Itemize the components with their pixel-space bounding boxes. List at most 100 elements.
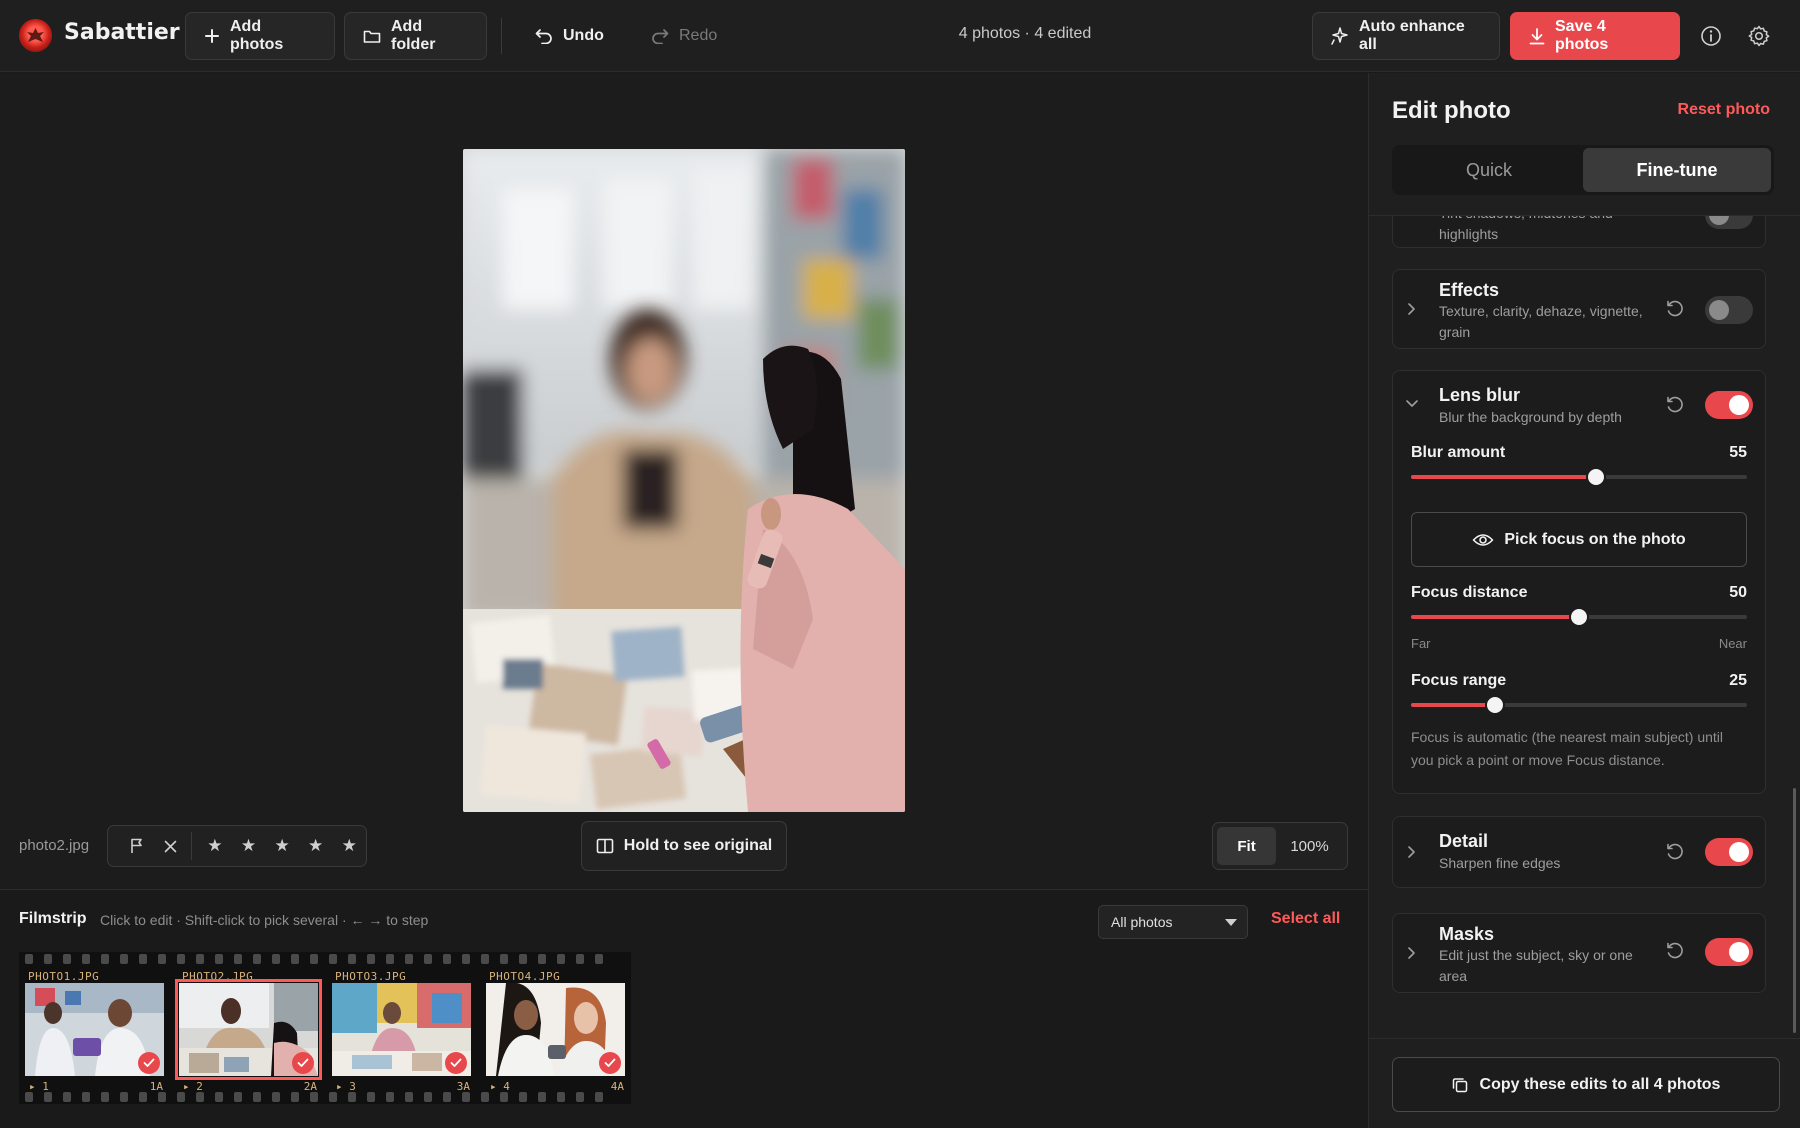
- star-2-button[interactable]: ★: [232, 829, 266, 863]
- frame-code: 2A: [303, 1080, 317, 1093]
- blur-amount-track[interactable]: [1411, 467, 1747, 487]
- edited-check-icon: [292, 1052, 314, 1074]
- auto-enhance-label: Auto enhance all: [1359, 18, 1465, 53]
- info-button[interactable]: [1697, 22, 1725, 50]
- copy-edits-button[interactable]: Copy these edits to all 4 photos: [1392, 1057, 1780, 1112]
- focus-range-value: 25: [1729, 672, 1747, 689]
- lens-blur-toggle[interactable]: [1705, 391, 1753, 419]
- undo-icon: [535, 29, 552, 44]
- frame-label: PHOTO2.JPG: [182, 970, 254, 983]
- panel-scrollbar[interactable]: [1793, 788, 1796, 1033]
- star-1-button[interactable]: ★: [198, 829, 232, 863]
- undo-button[interactable]: Undo: [517, 12, 617, 60]
- close-icon: [164, 840, 177, 852]
- star-icon: ★: [207, 836, 223, 856]
- detail-card[interactable]: Detail Sharpen fine edges: [1392, 816, 1766, 888]
- edited-check-icon: [138, 1052, 160, 1074]
- focus-range-slider[interactable]: Focus range 25: [1411, 672, 1747, 722]
- effects-toggle[interactable]: [1705, 296, 1753, 324]
- select-all-button[interactable]: Select all: [1271, 910, 1340, 928]
- focus-range-label: Focus range: [1411, 672, 1507, 689]
- frame-number: ▸ 1: [29, 1080, 49, 1093]
- sparkle-icon: [1331, 27, 1348, 45]
- focus-distance-value: 50: [1729, 584, 1747, 601]
- blur-amount-thumb[interactable]: [1585, 467, 1606, 487]
- folder-icon: [363, 30, 381, 43]
- film-strip: PHOTO1.JPG ▸ 1 1A PHOTO2.JPG ▸ 2 2A PHOT…: [19, 952, 631, 1104]
- filmstrip-title: Filmstrip: [19, 910, 87, 927]
- tab-quick[interactable]: Quick: [1395, 148, 1583, 192]
- focus-distance-range-labels: Far Near: [1411, 636, 1747, 651]
- zoom-fit-button[interactable]: Fit: [1217, 827, 1277, 865]
- star-3-button[interactable]: ★: [265, 829, 299, 863]
- copy-edits-label: Copy these edits to all 4 photos: [1479, 1075, 1721, 1093]
- focus-range-track[interactable]: [1411, 695, 1747, 715]
- auto-enhance-button[interactable]: Auto enhance all: [1312, 12, 1500, 60]
- color-grading-toggle[interactable]: [1705, 216, 1753, 229]
- main-photo[interactable]: [463, 149, 905, 812]
- photo-filter-select[interactable]: All photos: [1098, 905, 1248, 939]
- pick-focus-button[interactable]: Pick focus on the photo: [1411, 512, 1747, 567]
- chevron-down-icon[interactable]: [1405, 399, 1419, 409]
- reset-icon[interactable]: [1665, 941, 1685, 961]
- focus-distance-slider[interactable]: Focus distance 50 Far Near: [1411, 584, 1747, 654]
- copy-icon: [1452, 1077, 1467, 1092]
- reset-icon[interactable]: [1665, 299, 1685, 319]
- masks-card[interactable]: Masks Edit just the subject, sky or one …: [1392, 913, 1766, 993]
- detail-toggle[interactable]: [1705, 838, 1753, 866]
- edit-panel: Edit photo Reset photo Quick Fine-tune T…: [1368, 73, 1800, 1128]
- split-view-icon: [596, 838, 614, 854]
- lens-blur-subtitle: Blur the background by depth: [1439, 409, 1622, 425]
- add-folder-button[interactable]: Add folder: [344, 12, 487, 60]
- adjustments-list[interactable]: Tint shadows, midtones and highlights Ef…: [1369, 215, 1800, 1035]
- reject-button[interactable]: [154, 829, 188, 863]
- settings-button[interactable]: [1745, 22, 1773, 50]
- filmstrip-frame-4[interactable]: PHOTO4.JPG ▸ 4 4A: [480, 952, 630, 1104]
- reset-icon[interactable]: [1665, 842, 1685, 862]
- save-photos-label: Save 4 photos: [1555, 18, 1609, 53]
- save-photos-button[interactable]: Save 4 photos: [1510, 12, 1680, 60]
- focus-distance-thumb[interactable]: [1569, 607, 1589, 627]
- zoom-100-button[interactable]: 100%: [1276, 827, 1343, 865]
- filmstrip-frame-1[interactable]: PHOTO1.JPG ▸ 1 1A: [19, 952, 169, 1104]
- star-icon: ★: [240, 836, 257, 856]
- effects-card[interactable]: Effects Texture, clarity, dehaze, vignet…: [1392, 269, 1766, 349]
- focus-distance-track[interactable]: [1411, 607, 1747, 627]
- hold-to-see-original-button[interactable]: Hold to see original: [581, 821, 787, 871]
- focus-near-label: Near: [1718, 636, 1747, 651]
- app-logo-icon: [19, 19, 52, 52]
- focus-distance-fill: [1411, 615, 1579, 619]
- filmstrip-frame-2[interactable]: PHOTO2.JPG ▸ 2 2A: [173, 952, 323, 1104]
- reset-photo-button[interactable]: Reset photo: [1678, 101, 1770, 119]
- focus-note: Focus is automatic (the nearest main sub…: [1411, 729, 1724, 768]
- masks-toggle[interactable]: [1705, 938, 1753, 966]
- tab-fine-tune[interactable]: Fine-tune: [1583, 148, 1771, 192]
- add-photos-button[interactable]: Add photos: [185, 12, 335, 60]
- reset-icon[interactable]: [1665, 395, 1685, 415]
- info-icon: [1701, 26, 1721, 46]
- frame-number: ▸ 2: [183, 1080, 203, 1093]
- chevron-right-icon: [1408, 947, 1415, 959]
- chevron-down-icon: [1225, 919, 1237, 926]
- color-grading-subtitle: Tint shadows, midtones and highlights: [1439, 216, 1613, 242]
- star-5-button[interactable]: ★: [332, 829, 366, 863]
- rating-divider: [191, 832, 193, 860]
- rating-bar: ★ ★ ★ ★ ★: [107, 825, 367, 867]
- star-icon: ★: [341, 836, 357, 856]
- flag-button[interactable]: [120, 829, 154, 863]
- redo-button[interactable]: Redo: [633, 12, 733, 60]
- blur-amount-slider[interactable]: Blur amount 55: [1411, 444, 1747, 494]
- flag-icon: [130, 838, 142, 853]
- current-filename: photo2.jpg: [19, 837, 90, 854]
- color-grading-card[interactable]: Tint shadows, midtones and highlights: [1392, 216, 1766, 248]
- plus-icon: [205, 29, 219, 43]
- focus-distance-label: Focus distance: [1411, 584, 1528, 601]
- star-4-button[interactable]: ★: [299, 829, 333, 863]
- edited-check-icon: [445, 1052, 467, 1074]
- focus-range-thumb[interactable]: [1485, 695, 1505, 715]
- frame-label: PHOTO3.JPG: [335, 970, 407, 983]
- blur-amount-label: Blur amount: [1411, 444, 1506, 461]
- frame-code: 1A: [149, 1080, 163, 1093]
- filmstrip-frame-3[interactable]: PHOTO3.JPG ▸ 3 3A: [326, 952, 476, 1104]
- mode-tabs: Quick Fine-tune: [1392, 145, 1774, 195]
